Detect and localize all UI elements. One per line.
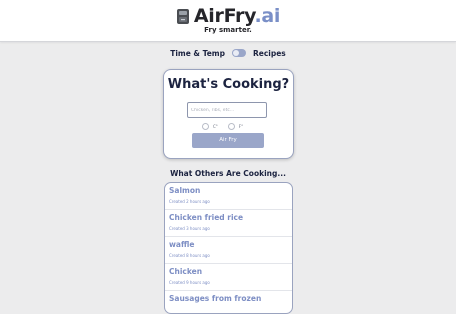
recipe-time: Created 3 hours ago xyxy=(169,226,210,231)
food-input[interactable] xyxy=(187,102,267,118)
recipe-name: Salmon xyxy=(169,186,201,195)
recipe-time: Created 2 hours ago xyxy=(169,199,210,204)
card-title: What's Cooking? xyxy=(167,77,290,92)
radio-fahrenheit-label: F° xyxy=(238,123,244,129)
logo-text: AirFry.ai xyxy=(193,5,281,27)
recipe-time: Created 9 hours ago xyxy=(169,280,210,285)
air-fry-button[interactable]: Air Fry xyxy=(192,133,264,148)
radio-celsius-label: C° xyxy=(213,123,218,129)
toggle-label-time-temp: Time & Temp xyxy=(170,48,225,58)
mode-toggle-switch[interactable] xyxy=(231,49,246,57)
others-section-title: What Others Are Cooking... xyxy=(170,169,286,178)
radio-fahrenheit[interactable] xyxy=(227,122,235,130)
mode-toggle-row: Time & Temp Recipes xyxy=(0,46,456,60)
recipe-time: Created 8 hours ago xyxy=(169,253,210,258)
list-item[interactable]: Sausages from frozen xyxy=(165,291,292,313)
list-item[interactable]: Chicken Created 9 hours ago xyxy=(165,264,292,291)
app-header: AirFry.ai Fry smarter. xyxy=(0,0,456,42)
recipe-name: Chicken xyxy=(169,267,203,276)
recent-recipes-list: Salmon Created 2 hours ago Chicken fried… xyxy=(164,182,293,314)
toggle-knob xyxy=(232,50,239,56)
list-item[interactable]: waffle Created 8 hours ago xyxy=(165,237,292,264)
radio-celsius[interactable] xyxy=(202,122,209,130)
toggle-label-recipes: Recipes xyxy=(252,48,286,58)
list-item[interactable]: Salmon Created 2 hours ago xyxy=(165,183,292,210)
recipe-name: waffle xyxy=(169,240,195,249)
recipe-name: Chicken fried rice xyxy=(169,213,244,222)
recipe-name: Sausages from frozen xyxy=(169,294,262,303)
list-item[interactable]: Chicken fried rice Created 3 hours ago xyxy=(165,210,292,237)
tagline: Fry smarter. xyxy=(204,26,252,34)
air-fryer-icon xyxy=(176,8,189,24)
cooking-card: What's Cooking? C° F° Air Fry xyxy=(163,69,294,159)
unit-radio-group: C° F° xyxy=(202,122,253,130)
logo[interactable]: AirFry.ai xyxy=(0,5,456,27)
